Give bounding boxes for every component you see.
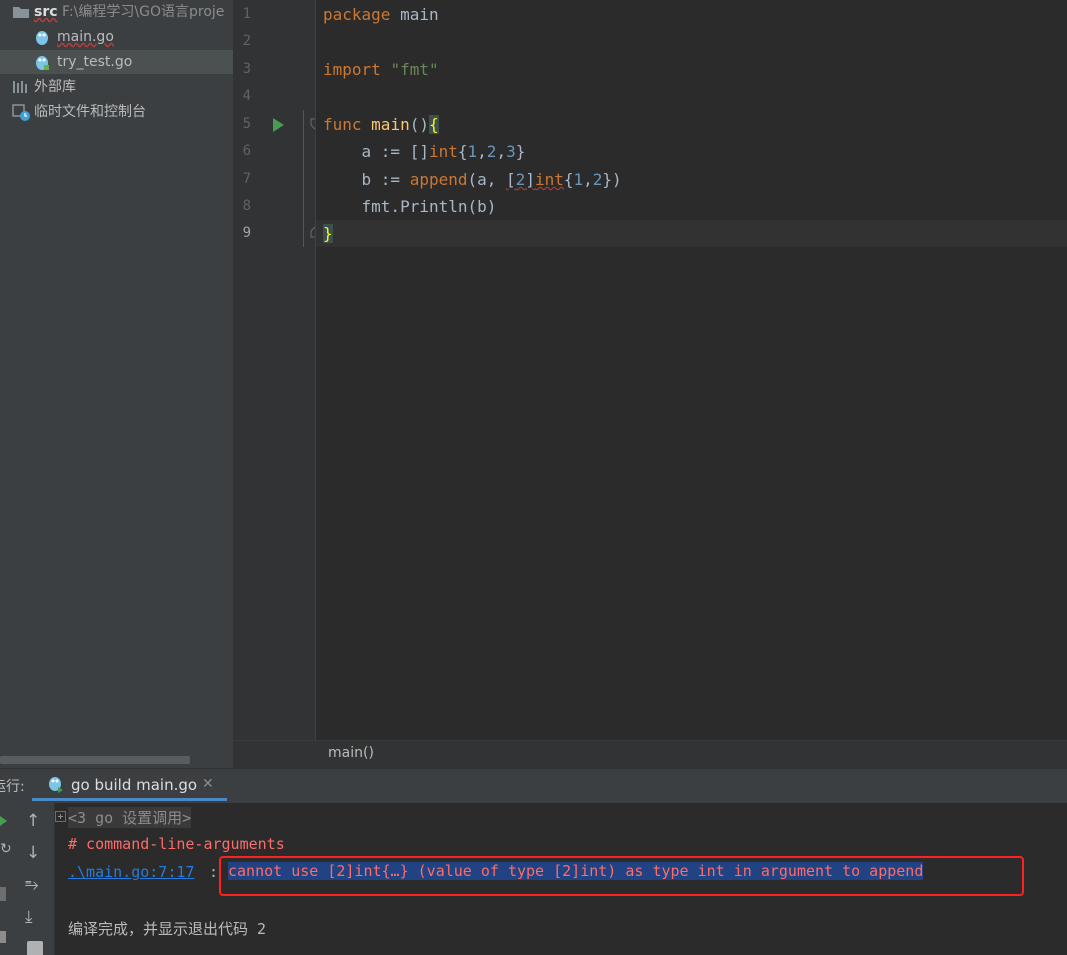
tree-item-try-test-go-label: try_test.go (57, 54, 133, 70)
code-line-3: import "fmt" (323, 60, 439, 79)
folder-icon (13, 7, 29, 18)
go-file-icon (36, 31, 48, 45)
line-number: 8 (242, 198, 251, 214)
tree-item-main-go[interactable]: main.go (0, 25, 233, 49)
arrow-down-icon[interactable]: ↓ (26, 843, 40, 863)
tree-item-scratches[interactable]: 临时文件和控制台 (0, 100, 233, 124)
tree-item-try-test-go[interactable]: try_test.go (0, 50, 233, 74)
expand-icon[interactable] (55, 811, 66, 822)
library-icon (13, 81, 27, 93)
layout-icon[interactable] (0, 931, 6, 943)
code-line-9: } (323, 224, 333, 243)
active-tab-underline (32, 798, 227, 801)
line-number: 1 (242, 6, 251, 22)
error-header: # command-line-arguments (68, 835, 285, 853)
project-tree-panel: src F:\编程学习\GO语言proje main.go try_test.g… (0, 0, 233, 768)
tree-item-src-label: src (34, 4, 58, 20)
code-line-1: package main (323, 5, 439, 24)
line-number: 7 (242, 171, 251, 187)
run-gutter-icon[interactable] (271, 117, 285, 133)
go-test-file-icon (36, 56, 49, 70)
line-number: 9 (242, 225, 251, 241)
vcs-change-marker (303, 110, 304, 247)
error-source-link[interactable]: .\main.go:7:17 (68, 863, 194, 881)
code-line-7: b := append(a, [2]int{1,2}) (323, 170, 622, 189)
console-toolbar: ↑ ↓ ⥱ ⤓ (14, 803, 55, 955)
code-line-5: func main(){ (323, 115, 439, 134)
run-side-toolbar: ↻ (0, 803, 14, 955)
arrow-up-icon[interactable]: ↑ (26, 811, 40, 831)
go-run-config-icon (49, 777, 63, 793)
tree-horizontal-scrollbar[interactable] (0, 756, 190, 764)
error-separator: : (209, 863, 219, 881)
soft-wrap-icon[interactable]: ⥱ (25, 875, 39, 895)
close-icon[interactable]: ✕ (202, 776, 214, 792)
print-icon[interactable] (27, 941, 43, 955)
tab-go-build-label: go build main.go (71, 776, 198, 794)
scroll-to-end-icon[interactable]: ⤓ (25, 907, 33, 927)
line-number: 5 (242, 116, 251, 132)
run-label: 运行: (0, 779, 25, 795)
current-line-highlight (316, 220, 1067, 247)
error-highlight-box (219, 856, 1024, 896)
exit-message: 编译完成，并显示退出代码 2 (68, 920, 267, 938)
rerun-icon[interactable] (0, 815, 8, 827)
tree-item-src-path: F:\编程学习\GO语言proje (62, 4, 225, 20)
tree-item-main-go-label: main.go (57, 29, 114, 45)
code-line-6: a := []int{1,2,3} (323, 142, 526, 161)
tree-item-external-libs-label: 外部库 (34, 79, 76, 95)
breadcrumb[interactable]: main() (328, 745, 374, 761)
line-number: 6 (242, 143, 251, 159)
line-number: 3 (242, 61, 251, 77)
tree-item-src[interactable]: src F:\编程学习\GO语言proje (0, 0, 233, 24)
tree-item-external-libs[interactable]: 外部库 (0, 75, 233, 99)
wrench-icon[interactable]: ↻ (0, 841, 12, 857)
code-line-8: fmt.Println(b) (323, 197, 497, 216)
tree-item-scratches-label: 临时文件和控制台 (34, 104, 146, 120)
scratches-icon (12, 104, 30, 121)
line-number: 4 (242, 88, 251, 104)
line-number: 2 (242, 33, 251, 49)
stop-icon[interactable] (0, 887, 6, 901)
collapsed-calls[interactable]: <3 go 设置调用> (68, 807, 192, 828)
